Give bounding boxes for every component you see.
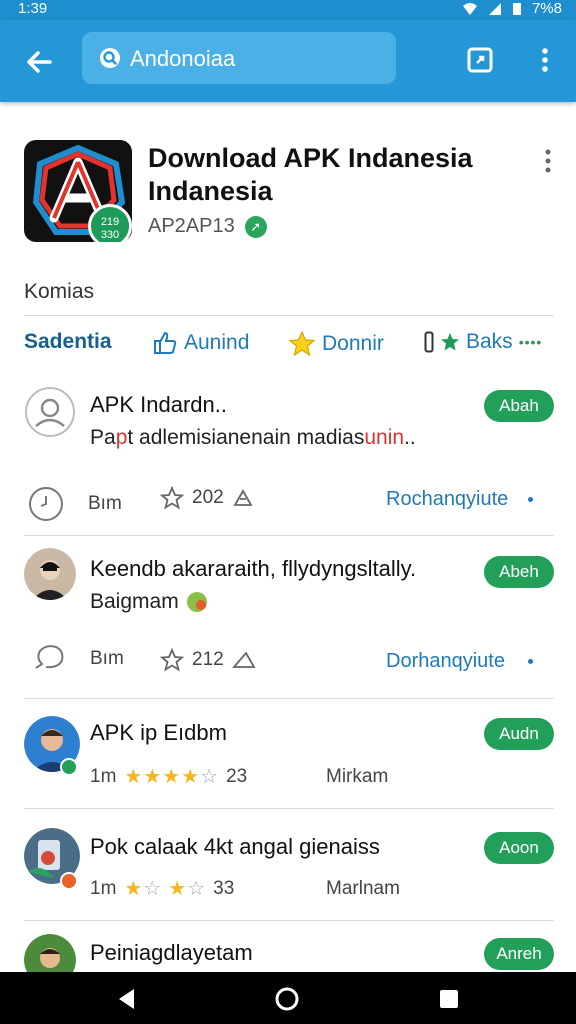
subtitle-highlight: unin: [364, 426, 405, 449]
search-input[interactable]: Andonoiaa: [82, 32, 396, 84]
item-meta-right: Marlnam: [326, 878, 400, 899]
share-icon: [231, 651, 256, 668]
wifi-icon: [462, 2, 477, 15]
tab-baks[interactable]: Baks ••••: [424, 330, 542, 354]
app-icon-badge: 219 330: [88, 204, 132, 242]
item-meta-right: Mirkam: [326, 766, 389, 787]
tab-label: Baks: [466, 330, 513, 353]
back-arrow-icon[interactable]: [20, 42, 60, 82]
bookmark-icon: [424, 331, 434, 353]
signal-icon: [488, 2, 501, 15]
item-meta: 1m ★ ★ ★ ★ ☆ 23: [90, 764, 247, 789]
action-button[interactable]: Aoon: [484, 832, 554, 864]
search-icon: [100, 48, 120, 68]
item-link[interactable]: Rochanqyiute: [386, 488, 508, 511]
person-outline-icon: [25, 387, 75, 437]
system-nav-bar: [0, 972, 576, 1024]
divider: [24, 315, 554, 316]
thumbs-up-icon: [154, 331, 177, 354]
item-subtitle: Baigmam: [90, 590, 209, 614]
verified-icon: ➚: [244, 215, 267, 238]
comment-icon: [35, 645, 64, 669]
emoji-icon: [186, 592, 207, 613]
divider: [24, 698, 554, 699]
status-time: 1:39: [18, 0, 48, 17]
item-meta-left: Bım: [32, 642, 124, 676]
subtitle-text: t adlemisianenain madias: [127, 426, 365, 449]
star-outline-icon: [160, 486, 184, 510]
item-title: Peiniagdlayetam: [90, 940, 253, 965]
item-link[interactable]: Dorhanqyiute: [386, 650, 505, 673]
item-title: APK Indardn..: [90, 392, 227, 417]
nav-home-icon[interactable]: [274, 986, 300, 1012]
developer-name: AP2AP13: [148, 215, 235, 237]
item-title: APK ip Eıdbm: [90, 720, 227, 745]
meta-count: 212: [192, 649, 224, 670]
action-button[interactable]: Abeh: [484, 556, 554, 588]
more-options-icon[interactable]: [540, 148, 556, 174]
item-meta-left: Bım: [28, 486, 122, 522]
status-icons: 7%8: [462, 0, 562, 17]
nav-recents-icon[interactable]: [436, 986, 462, 1012]
meta-text: Bım: [88, 493, 122, 514]
overflow-menu-icon[interactable]: [531, 46, 559, 74]
item-subtitle: Papt adlemisianenain madiasunin..: [90, 426, 416, 450]
rating-stars-icon: ★ ☆ ★ ☆: [124, 878, 206, 900]
tab-bar: Sadentia Aunind Donnir Baks ••••: [0, 330, 576, 366]
tab-label: Donnir: [322, 332, 384, 355]
meta-count: 33: [213, 877, 235, 899]
search-query: Andonoiaa: [130, 46, 236, 71]
section-label: Komias: [24, 280, 95, 303]
online-badge-icon: [60, 758, 78, 776]
item-title: Pok calaak 4kt angal gienaiss: [90, 834, 380, 859]
link-dot: [528, 497, 533, 502]
item-rating[interactable]: 212: [160, 648, 256, 672]
clock-icon: [29, 487, 63, 521]
star-icon: [441, 333, 459, 351]
tab-label: Aunind: [184, 331, 250, 354]
nav-back-icon[interactable]: [114, 986, 140, 1012]
star-outline-icon: [160, 648, 184, 672]
install-box-icon[interactable]: [466, 46, 494, 74]
subtitle-text: Baigmam: [90, 590, 179, 613]
rating-stars-icon: ★ ★ ★ ★ ☆: [124, 766, 219, 788]
divider: [24, 808, 554, 809]
subtitle-text: ..: [404, 426, 416, 449]
tab-sadentia[interactable]: Sadentia: [24, 330, 112, 354]
page-title: Download APK Indanesia Indanesia: [148, 143, 473, 206]
star-icon: [288, 330, 316, 357]
battery-percent: 7%8: [531, 0, 562, 17]
subtitle-text: Pa: [90, 426, 116, 449]
status-bar: 1:39 7%8: [0, 0, 576, 20]
meta-text: Bım: [90, 648, 124, 669]
tab-aunind[interactable]: Aunind: [152, 330, 249, 356]
battery-icon: [512, 2, 521, 15]
meta-count: 202: [192, 487, 224, 508]
tab-label: Sadentia: [24, 330, 112, 353]
item-rating[interactable]: 202: [160, 486, 254, 510]
developer-row[interactable]: AP2AP13 ➚: [148, 215, 267, 238]
user-avatar: [24, 548, 76, 600]
divider: [24, 920, 554, 921]
app-bar: Andonoiaa: [0, 20, 576, 102]
action-button[interactable]: Audn: [484, 718, 554, 750]
link-dot: [528, 659, 533, 664]
tab-donnir[interactable]: Donnir: [288, 330, 384, 358]
tab-more-dots: ••••: [518, 334, 543, 350]
subtitle-highlight: p: [115, 426, 128, 449]
item-meta: 1m ★ ☆ ★ ☆ 33: [90, 876, 234, 901]
item-title: Keendb akararaith, fllydyngsltally.: [90, 556, 417, 581]
action-button[interactable]: Abah: [484, 390, 554, 422]
meta-count: 23: [226, 765, 248, 787]
share-icon: [233, 489, 253, 506]
status-badge-icon: [60, 872, 78, 890]
app-icon[interactable]: 219 330: [24, 140, 132, 242]
action-button[interactable]: Anreh: [484, 938, 554, 970]
meta-time: 1m: [90, 765, 117, 787]
divider: [24, 535, 554, 536]
meta-time: 1m: [90, 877, 117, 899]
